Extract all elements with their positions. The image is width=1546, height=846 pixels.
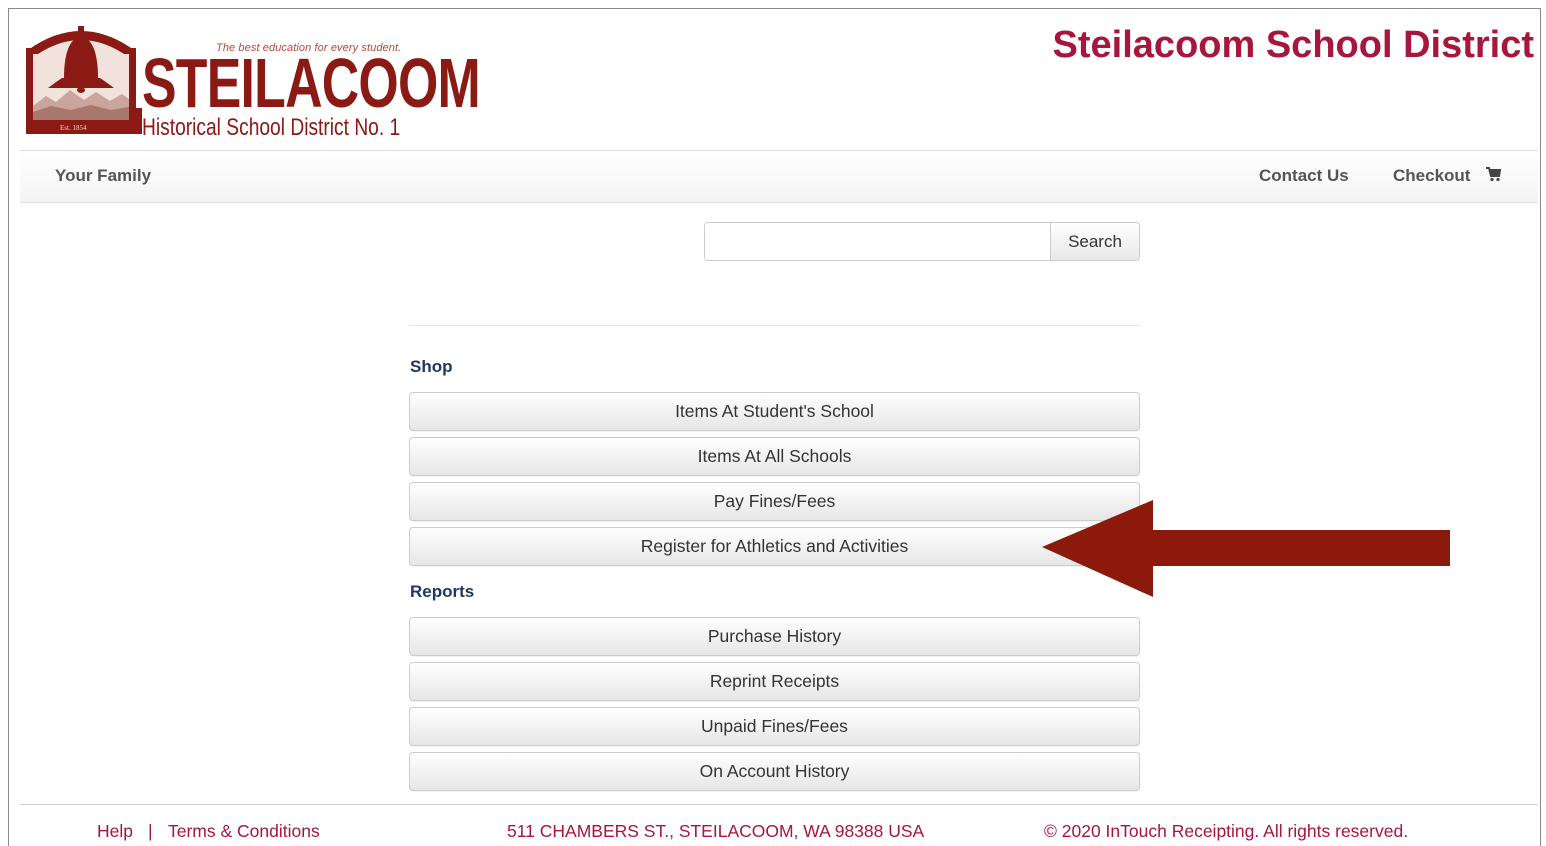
reports-unpaid-fines-fees-button[interactable]: Unpaid Fines/Fees xyxy=(409,707,1140,746)
footer-terms-link[interactable]: Terms & Conditions xyxy=(168,821,320,842)
search-button[interactable]: Search xyxy=(1050,223,1139,260)
logo-subtitle: Historical School District No. 1 xyxy=(142,114,401,141)
annotation-arrow-icon xyxy=(1042,500,1450,597)
shop-items-students-school-button[interactable]: Items At Student's School xyxy=(409,392,1140,431)
footer-address: 511 CHAMBERS ST., STEILACOOM, WA 98388 U… xyxy=(507,821,925,841)
shop-register-athletics-button[interactable]: Register for Athletics and Activities xyxy=(409,527,1140,566)
footer-copyright: © 2020 InTouch Receipting. All rights re… xyxy=(1044,821,1409,841)
district-logo[interactable]: The best education for every student. ST… xyxy=(26,20,481,141)
content-divider xyxy=(409,325,1140,326)
shop-items-all-schools-button[interactable]: Items At All Schools xyxy=(409,437,1140,476)
search-input[interactable] xyxy=(705,223,1050,260)
nav-checkout[interactable]: Checkout xyxy=(1393,166,1502,186)
nav-contact-us[interactable]: Contact Us xyxy=(1259,166,1349,186)
footer-divider xyxy=(20,804,1538,805)
nav-your-family[interactable]: Your Family xyxy=(55,166,151,186)
shopping-cart-icon xyxy=(1486,167,1502,182)
shop-heading: Shop xyxy=(410,357,453,376)
logo-wordmark: STEILACOOM xyxy=(142,44,481,122)
reports-reprint-receipts-button[interactable]: Reprint Receipts xyxy=(409,662,1140,701)
top-navbar: Your Family Contact Us Checkout xyxy=(20,150,1538,203)
nav-checkout-label: Checkout xyxy=(1393,166,1471,185)
reports-purchase-history-button[interactable]: Purchase History xyxy=(409,617,1140,656)
footer-separator: | xyxy=(148,821,153,841)
site-title: Steilacoom School District xyxy=(1052,24,1534,66)
logo-established: Est. 1854 xyxy=(60,124,87,132)
search-bar: Search xyxy=(704,222,1140,261)
shop-pay-fines-fees-button[interactable]: Pay Fines/Fees xyxy=(409,482,1140,521)
footer-help-link[interactable]: Help xyxy=(97,821,133,842)
reports-heading: Reports xyxy=(410,582,475,601)
reports-on-account-history-button[interactable]: On Account History xyxy=(409,752,1140,791)
